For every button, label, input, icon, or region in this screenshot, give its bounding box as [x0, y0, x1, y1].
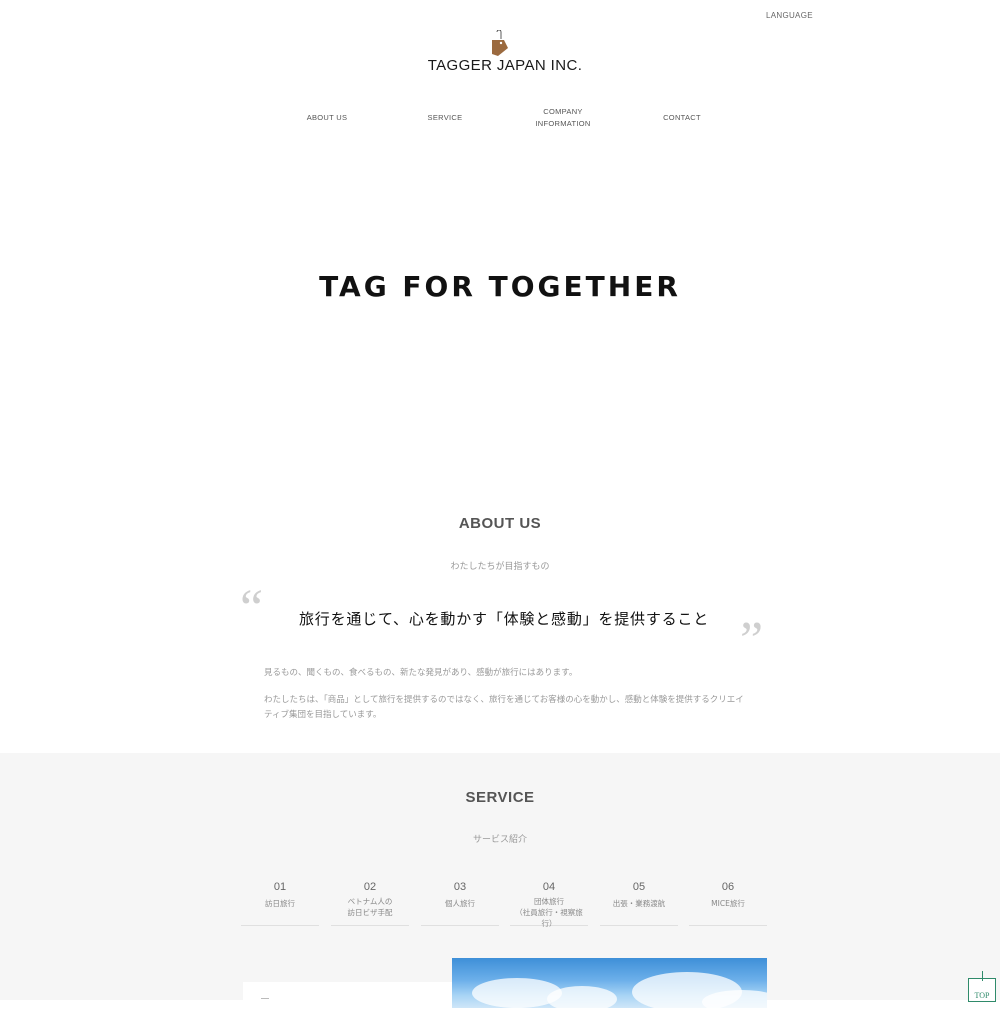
close-quote-icon: ” — [740, 612, 764, 669]
page-top-line — [982, 971, 983, 981]
about-catchphrase: 旅行を通じて、心を動かす「体験と感動」を提供すること — [298, 610, 710, 628]
service-number: 03 — [453, 881, 467, 893]
about-title: ABOUT US — [458, 515, 542, 532]
page-top-button[interactable]: TOP — [968, 971, 996, 1002]
service-item[interactable]: 01 訪日旅行 — [241, 879, 319, 926]
service-number: 01 — [273, 881, 287, 893]
hero-tagline: TAG FOR TOGETHER — [319, 270, 681, 303]
service-label-line1: 団体旅行 — [534, 897, 564, 906]
service-label-line2: （社員旅行・視察旅行） — [515, 908, 583, 928]
about-subtitle: わたしたちが目指すもの — [450, 562, 550, 572]
service-label: 個人旅行 — [445, 899, 475, 908]
language-link[interactable]: LANGUAGE — [766, 11, 813, 20]
service-number: 05 — [632, 881, 646, 893]
nav-company-line2: INFORMATION — [535, 119, 591, 128]
service-label: 訪日旅行 — [265, 899, 295, 908]
service-label: 出張・業務渡航 — [612, 899, 666, 908]
nav-contact[interactable]: CONTACT — [623, 112, 741, 124]
service-label: MICE旅行 — [711, 899, 745, 908]
about-paragraph-1: 見るもの、聞くもの、食べるもの、新たな発見があり、感動が旅行にはあります。 — [264, 668, 578, 678]
service-label-line2: 訪日ビザ手配 — [347, 908, 393, 917]
service-item[interactable]: 04 団体旅行 （社員旅行・視察旅行） — [510, 879, 588, 929]
nav-service[interactable]: SERVICE — [386, 112, 504, 124]
service-number: 02 — [363, 881, 377, 893]
logo-text: TAGGER JAPAN INC. — [427, 57, 583, 74]
card-divider — [261, 998, 269, 999]
service-list: 01 訪日旅行 02 ベトナム人の 訪日ビザ手配 03 個人旅行 04 団体旅行… — [241, 879, 768, 929]
nav-about-us[interactable]: ABOUT US — [268, 112, 386, 124]
service-item[interactable]: 03 個人旅行 — [421, 879, 499, 926]
service-photo — [452, 958, 767, 1008]
service-item[interactable]: 02 ベトナム人の 訪日ビザ手配 — [331, 879, 409, 926]
service-title: SERVICE — [465, 789, 535, 806]
about-paragraph-2: わたしたちは、「商品」として旅行を提供するのではなく、旅行を通じてお客様の心を動… — [264, 695, 744, 720]
service-number: 04 — [542, 881, 556, 893]
service-detail-card — [243, 982, 478, 1012]
logo[interactable]: TAGGER JAPAN INC. — [0, 30, 1000, 74]
service-item[interactable]: 05 出張・業務渡航 — [600, 879, 678, 926]
service-item[interactable]: 06 MICE旅行 — [689, 879, 767, 926]
service-label: 団体旅行 （社員旅行・視察旅行） — [510, 896, 588, 929]
service-label: ベトナム人の 訪日ビザ手配 — [331, 896, 409, 918]
nav-company-information[interactable]: COMPANY INFORMATION — [504, 106, 622, 130]
main-nav: ABOUT US SERVICE COMPANY INFORMATION CON… — [268, 106, 742, 132]
service-subtitle: サービス紹介 — [472, 835, 527, 845]
tag-icon — [492, 30, 508, 56]
service-number: 06 — [721, 881, 735, 893]
nav-company-line1: COMPANY — [543, 107, 583, 116]
service-label-line1: ベトナム人の — [347, 897, 393, 906]
page-top-label: TOP — [974, 991, 990, 1000]
